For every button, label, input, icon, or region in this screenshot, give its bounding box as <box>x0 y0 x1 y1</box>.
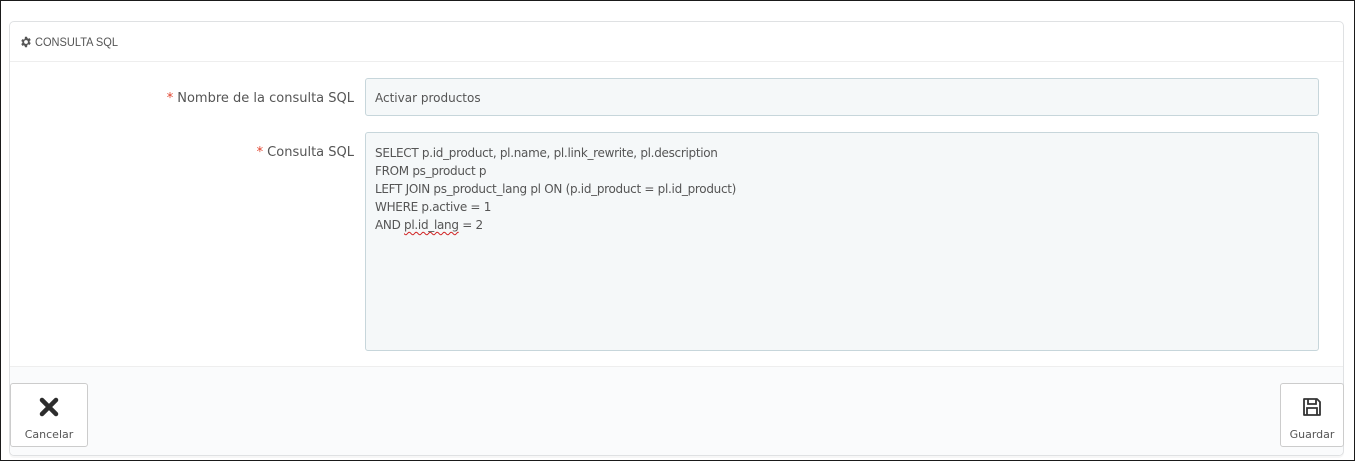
sql-field-label: * Consulta SQL <box>257 145 354 160</box>
close-icon <box>39 397 59 417</box>
sql-line: SELECT p.id_product, pl.name, pl.link_re… <box>375 146 718 160</box>
floppy-disk-icon <box>1303 398 1321 416</box>
name-field-label-text: Nombre de la consulta SQL <box>177 91 354 106</box>
name-field-label: * Nombre de la consulta SQL <box>167 91 354 106</box>
gear-icon <box>21 36 31 47</box>
sql-line: LEFT JOIN ps_product_lang pl ON (p.id_pr… <box>375 182 737 196</box>
query-name-input[interactable]: Activar productos <box>365 78 1319 116</box>
sql-line: WHERE p.active = 1 <box>375 200 492 214</box>
sql-line: FROM ps_product p <box>375 164 487 178</box>
save-button-label: Guardar <box>1289 428 1335 441</box>
window-frame: CONSULTA SQL * Nombre de la consulta SQL … <box>0 0 1355 461</box>
required-mark: * <box>256 145 264 160</box>
sql-query-panel: CONSULTA SQL * Nombre de la consulta SQL … <box>9 21 1344 456</box>
sql-query-textarea[interactable]: SELECT p.id_product, pl.name, pl.link_re… <box>365 132 1319 351</box>
spellcheck-underline: pl.id_lang <box>404 218 459 232</box>
sql-line-last: AND pl.id_lang = 2 <box>375 218 483 232</box>
cancel-button-label: Cancelar <box>24 428 74 441</box>
cancel-button[interactable]: Cancelar <box>10 383 88 447</box>
panel-heading: CONSULTA SQL <box>10 22 1343 62</box>
panel-footer: Cancelar Guardar <box>10 366 1344 455</box>
panel-title: CONSULTA SQL <box>35 34 119 49</box>
sql-field-label-text: Consulta SQL <box>267 145 354 160</box>
required-mark: * <box>166 91 174 106</box>
save-button[interactable]: Guardar <box>1280 383 1344 447</box>
